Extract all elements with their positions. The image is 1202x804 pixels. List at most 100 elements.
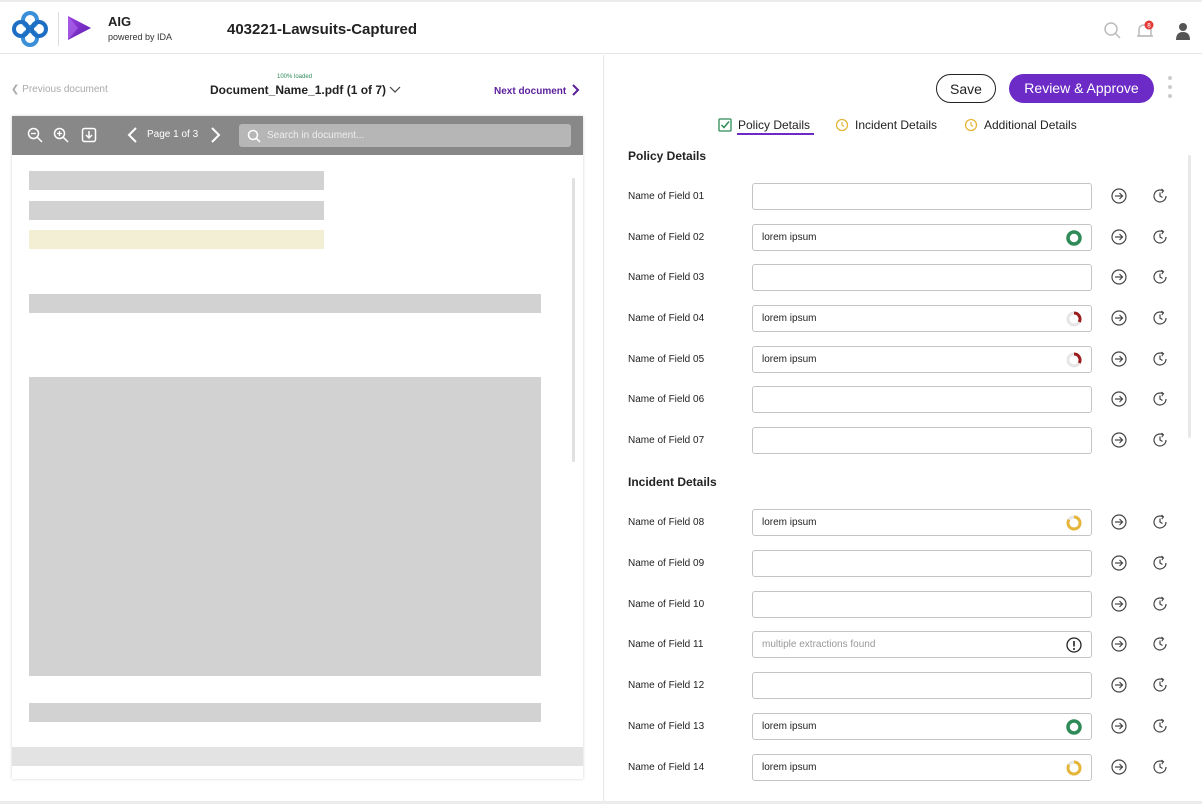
app-header: AIG powered by IDA 403221-Lawsuits-Captu… — [0, 0, 1202, 54]
field-label: Name of Field 04 — [628, 313, 705, 324]
previous-document-link[interactable]: ❮ Previous document — [11, 84, 108, 95]
history-icon[interactable] — [1151, 554, 1169, 572]
go-to-source-icon[interactable] — [1110, 431, 1128, 449]
active-tab-indicator — [737, 133, 814, 135]
go-to-source-icon[interactable] — [1110, 309, 1128, 327]
clock-icon — [835, 118, 849, 132]
field-input[interactable] — [752, 427, 1092, 454]
document-viewer: Page 1 of 3 Search in document... — [12, 116, 583, 779]
brand-name: AIG — [108, 14, 132, 29]
field-value: lorem ipsum — [762, 232, 817, 243]
history-icon[interactable] — [1151, 228, 1169, 246]
zoom-in-icon[interactable] — [52, 126, 70, 144]
field-label: Name of Field 13 — [628, 721, 705, 732]
go-to-source-icon[interactable] — [1110, 758, 1128, 776]
go-to-source-icon[interactable] — [1110, 228, 1128, 246]
zoom-out-icon[interactable] — [26, 126, 44, 144]
field-input[interactable]: multiple extractions found — [752, 631, 1092, 658]
history-icon[interactable] — [1151, 635, 1169, 653]
go-to-source-icon[interactable] — [1110, 350, 1128, 368]
field-input[interactable] — [752, 672, 1092, 699]
confidence-medium-icon — [1066, 515, 1082, 531]
document-name: Document_Name_1.pdf (1 of 7) — [210, 83, 387, 97]
history-icon[interactable] — [1151, 513, 1169, 531]
form-scrollbar[interactable] — [1188, 155, 1191, 438]
highlighted-text-placeholder — [29, 230, 324, 249]
field-label: Name of Field 05 — [628, 354, 705, 365]
text-placeholder — [29, 171, 324, 190]
search-icon[interactable] — [1102, 20, 1124, 42]
field-placeholder: multiple extractions found — [762, 639, 876, 650]
field-input[interactable] — [752, 550, 1092, 577]
confidence-low-icon — [1066, 352, 1082, 368]
field-value: lorem ipsum — [762, 354, 817, 365]
chevron-left-icon: ❮ — [11, 84, 20, 95]
next-document-link[interactable]: Next document — [494, 84, 580, 97]
field-label: Name of Field 10 — [628, 599, 705, 610]
load-progress-text: 100% loaded — [277, 74, 313, 80]
previous-page-icon[interactable] — [124, 126, 142, 144]
flower-logo-icon[interactable] — [12, 11, 48, 47]
history-icon[interactable] — [1151, 717, 1169, 735]
save-button[interactable]: Save — [936, 74, 996, 103]
go-to-source-icon[interactable] — [1110, 635, 1128, 653]
go-to-source-icon[interactable] — [1110, 717, 1128, 735]
field-input[interactable]: lorem ipsum — [752, 713, 1092, 740]
tab-label: Incident Details — [855, 118, 938, 132]
field-input[interactable]: lorem ipsum — [752, 305, 1092, 332]
history-icon[interactable] — [1151, 187, 1169, 205]
viewer-footer — [12, 747, 583, 766]
section-title-policy: Policy Details — [628, 149, 707, 163]
go-to-source-icon[interactable] — [1110, 595, 1128, 613]
document-selector[interactable]: Document_Name_1.pdf (1 of 7) — [210, 83, 401, 97]
field-value: lorem ipsum — [762, 517, 817, 528]
alert-icon[interactable] — [1066, 637, 1082, 653]
field-input[interactable]: lorem ipsum — [752, 346, 1092, 373]
tab-label: Additional Details — [984, 118, 1077, 132]
history-icon[interactable] — [1151, 758, 1169, 776]
more-options-icon[interactable] — [1167, 76, 1173, 102]
history-icon[interactable] — [1151, 390, 1169, 408]
text-placeholder — [29, 703, 541, 722]
history-icon[interactable] — [1151, 595, 1169, 613]
field-value: lorem ipsum — [762, 762, 817, 773]
go-to-source-icon[interactable] — [1110, 268, 1128, 286]
field-input[interactable]: lorem ipsum — [752, 509, 1092, 536]
go-to-source-icon[interactable] — [1110, 513, 1128, 531]
confidence-medium-icon — [1066, 760, 1082, 776]
next-page-icon[interactable] — [206, 126, 224, 144]
field-input[interactable]: lorem ipsum — [752, 754, 1092, 781]
history-icon[interactable] — [1151, 431, 1169, 449]
field-input[interactable] — [752, 183, 1092, 210]
review-approve-button[interactable]: Review & Approve — [1009, 74, 1154, 103]
field-label: Name of Field 02 — [628, 232, 705, 243]
history-icon[interactable] — [1151, 309, 1169, 327]
viewer-toolbar: Page 1 of 3 Search in document... — [12, 116, 583, 155]
viewer-scrollbar[interactable] — [572, 178, 575, 462]
clock-icon — [964, 118, 978, 132]
go-to-source-icon[interactable] — [1110, 676, 1128, 694]
text-placeholder — [29, 294, 541, 313]
go-to-source-icon[interactable] — [1110, 187, 1128, 205]
field-input[interactable] — [752, 386, 1092, 413]
history-icon[interactable] — [1151, 268, 1169, 286]
field-input[interactable] — [752, 264, 1092, 291]
logo-divider — [58, 12, 59, 46]
field-input[interactable]: lorem ipsum — [752, 224, 1092, 251]
field-label: Name of Field 07 — [628, 435, 705, 446]
play-logo-icon — [68, 16, 91, 40]
user-icon[interactable] — [1172, 20, 1194, 42]
checkbox-checked-icon — [718, 118, 732, 132]
document-search-input[interactable]: Search in document... — [239, 124, 571, 147]
field-input[interactable] — [752, 591, 1092, 618]
go-to-source-icon[interactable] — [1110, 390, 1128, 408]
brand-subtitle: powered by IDA — [108, 32, 173, 42]
section-title-incident: Incident Details — [628, 475, 717, 489]
history-icon[interactable] — [1151, 676, 1169, 694]
bell-icon[interactable]: 8 — [1134, 20, 1156, 42]
field-label: Name of Field 11 — [628, 639, 704, 650]
download-icon[interactable] — [80, 126, 98, 144]
go-to-source-icon[interactable] — [1110, 554, 1128, 572]
history-icon[interactable] — [1151, 350, 1169, 368]
next-document-label: Next document — [494, 86, 567, 97]
